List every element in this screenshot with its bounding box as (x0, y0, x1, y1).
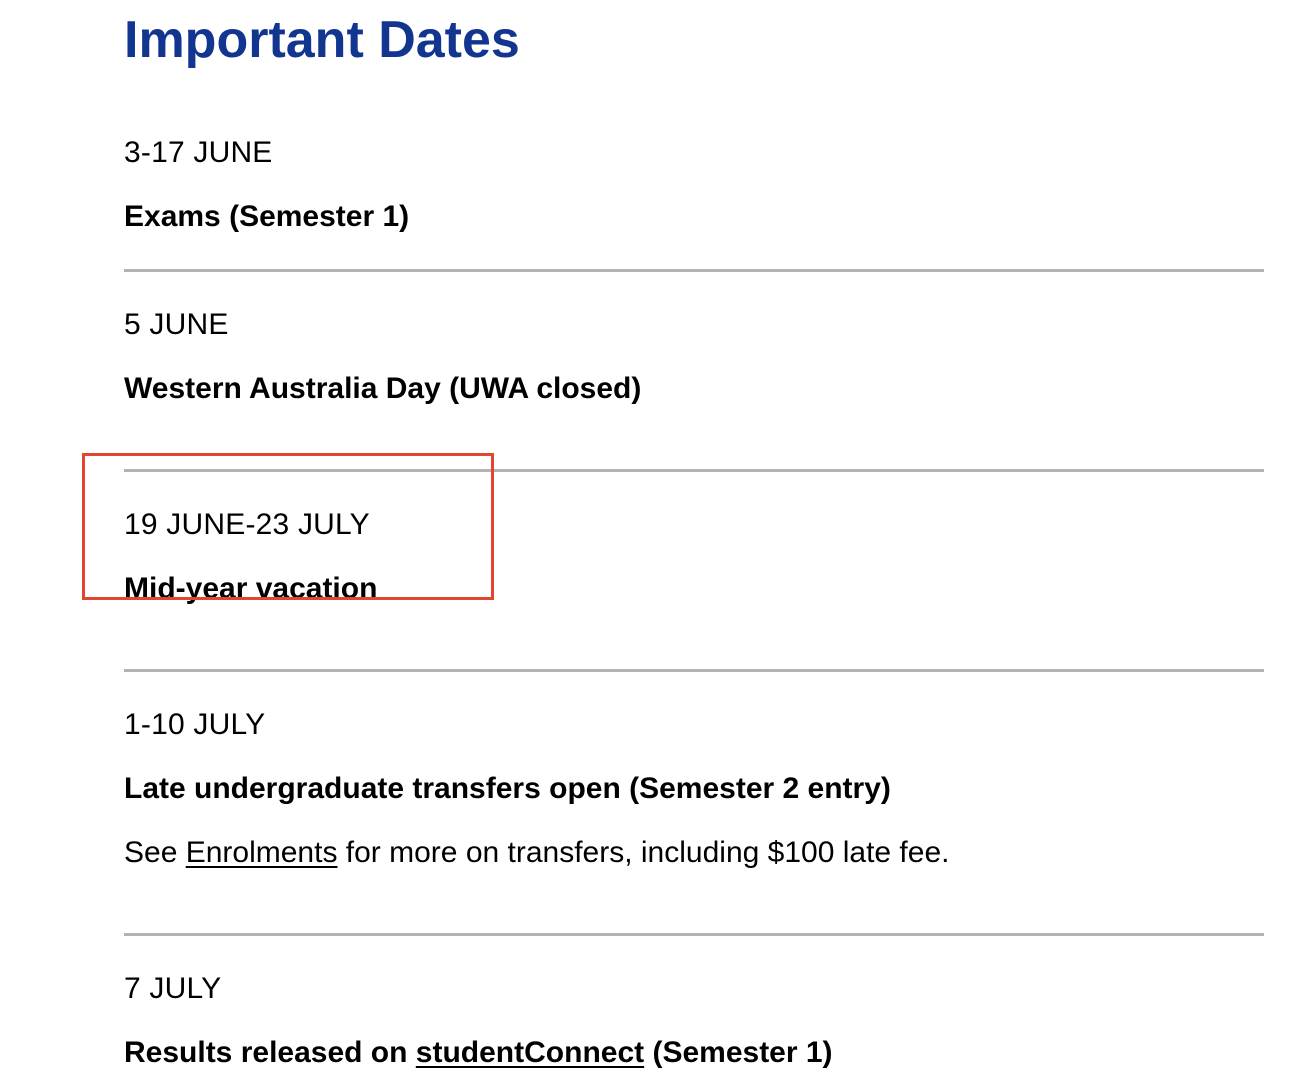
entry-event: Exams (Semester 1) (124, 200, 410, 233)
date-entry: 3-17 JUNE Exams (Semester 1) (124, 128, 1264, 272)
date-entry: 1-10 JULY Late undergraduate transfers o… (124, 672, 1264, 936)
entry-event: Late undergraduate transfers open (Semes… (124, 772, 891, 805)
event-suffix: (Semester 1) (644, 1036, 833, 1069)
date-entry: 5 JUNE Western Australia Day (UWA closed… (124, 272, 1264, 472)
event-prefix: Results released on (124, 1036, 416, 1069)
page-title: Important Dates (124, 11, 520, 69)
important-dates-list: 3-17 JUNE Exams (Semester 1) 5 JUNE West… (124, 128, 1264, 1084)
entry-event: Results released on studentConnect (Seme… (124, 1028, 1264, 1078)
date-entry-highlighted: 19 JUNE-23 JULY Mid-year vacation (124, 472, 1264, 672)
entry-date: 19 JUNE-23 JULY (124, 508, 370, 541)
date-entry: 7 JULY Results released on studentConnec… (124, 936, 1264, 1084)
studentconnect-link[interactable]: studentConnect (416, 1036, 644, 1069)
note-suffix: for more on transfers, including $100 la… (337, 836, 950, 869)
entry-date: 5 JUNE (124, 308, 229, 341)
entry-event: Western Australia Day (UWA closed) (124, 372, 642, 405)
enrolments-link[interactable]: Enrolments (186, 836, 338, 869)
note-prefix: See (124, 836, 186, 869)
entry-date: 3-17 JUNE (124, 136, 273, 169)
entry-event: Mid-year vacation (124, 572, 378, 605)
entry-date: 7 JULY (124, 972, 222, 1005)
entry-date: 1-10 JULY (124, 708, 266, 741)
entry-note: See Enrolments for more on transfers, in… (124, 828, 1264, 878)
